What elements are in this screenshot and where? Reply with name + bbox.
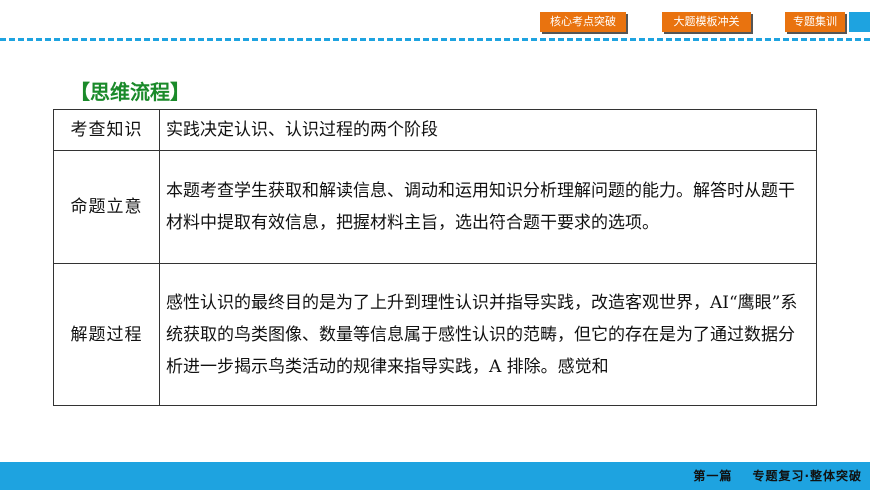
footer-text: 第一篇 专题复习·整体突破 — [693, 462, 862, 490]
row-label: 命题立意 — [53, 150, 160, 264]
nav-button-core-points[interactable]: 核心考点突破 — [540, 12, 626, 32]
dashed-divider — [0, 38, 870, 41]
thinking-flow-table: 考查知识 实践决定认识、认识过程的两个阶段 命题立意 本题考查学生获取和解读信息… — [53, 109, 817, 406]
row-text: 实践决定认识、认识过程的两个阶段 — [159, 109, 817, 151]
decorative-tab — [849, 12, 870, 32]
row-text: 本题考查学生获取和解读信息、调动和运用知识分析理解问题的能力。解答时从题干材料中… — [159, 150, 817, 264]
table-row: 命题立意 本题考查学生获取和解读信息、调动和运用知识分析理解问题的能力。解答时从… — [53, 150, 817, 264]
row-text: 感性认识的最终目的是为了上升到理性认识并指导实践，改造客观世界，AI“鹰眼”系统… — [159, 263, 817, 406]
table-row: 考查知识 实践决定认识、认识过程的两个阶段 — [53, 109, 817, 151]
nav-button-template[interactable]: 大题模板冲关 — [662, 12, 751, 32]
top-bar: 核心考点突破 大题模板冲关 专题集训 — [0, 0, 870, 41]
row-label: 解题过程 — [53, 263, 160, 406]
footer-part: 第一篇 — [693, 469, 733, 483]
footer-bar: 第一篇 专题复习·整体突破 — [0, 462, 870, 490]
section-title: 【思维流程】 — [70, 80, 190, 104]
table-row: 解题过程 感性认识的最终目的是为了上升到理性认识并指导实践，改造客观世界，AI“… — [53, 263, 817, 406]
row-label: 考查知识 — [53, 109, 160, 151]
footer-subtitle: 专题复习·整体突破 — [752, 469, 862, 483]
nav-button-special-training[interactable]: 专题集训 — [785, 12, 845, 32]
